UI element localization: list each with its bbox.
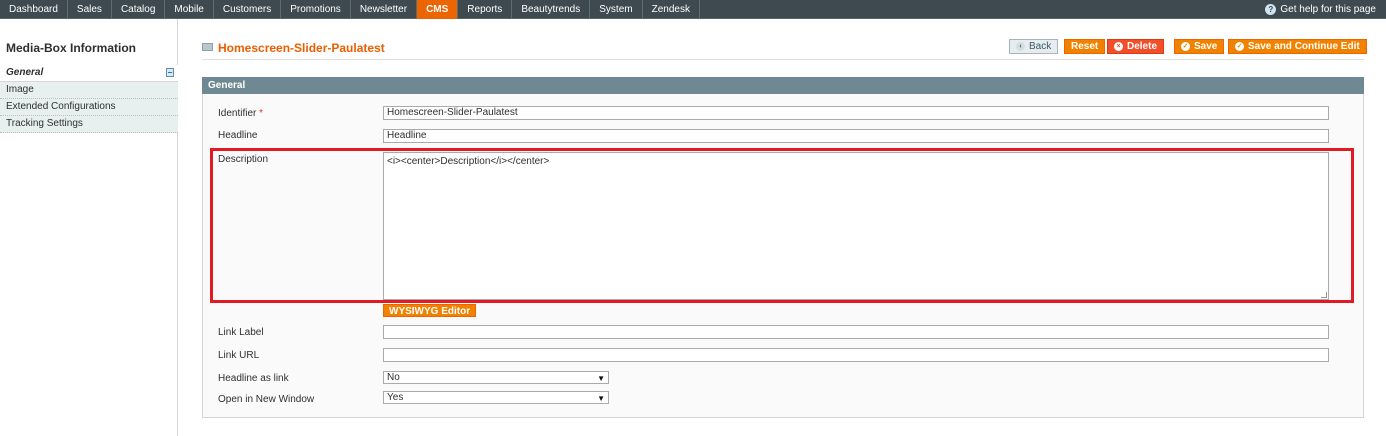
back-button[interactable]: ‹ Back bbox=[1009, 39, 1059, 54]
open-in-new-window-value: Yes bbox=[387, 392, 404, 403]
delete-button[interactable]: × Delete bbox=[1107, 39, 1165, 54]
link-url-label: Link URL bbox=[218, 350, 260, 361]
reset-button-label: Reset bbox=[1071, 41, 1099, 52]
help-icon: ? bbox=[1265, 4, 1277, 15]
save-and-continue-button-label: Save and Continue Edit bbox=[1248, 41, 1360, 52]
help-link[interactable]: ? Get help for this page bbox=[1265, 0, 1376, 19]
page-title: Homescreen-Slider-Paulatest bbox=[218, 41, 385, 55]
nav-item-catalog[interactable]: Catalog bbox=[112, 0, 166, 19]
headline-input[interactable]: Headline bbox=[383, 129, 1329, 143]
sidebar-tabs: General Image Extended Configurations Tr… bbox=[0, 65, 178, 133]
dropdown-arrow-icon: ▼ bbox=[597, 374, 605, 383]
save-button-label: Save bbox=[1194, 41, 1218, 52]
nav-item-dashboard[interactable]: Dashboard bbox=[0, 0, 68, 19]
nav-item-customers[interactable]: Customers bbox=[214, 0, 282, 19]
save-button[interactable]: ✓ Save bbox=[1174, 39, 1225, 54]
identifier-label-text: Identifier bbox=[218, 108, 257, 119]
back-button-label: Back bbox=[1029, 41, 1052, 52]
headline-label: Headline bbox=[218, 130, 258, 141]
nav-item-newsletter[interactable]: Newsletter bbox=[351, 0, 418, 19]
link-label-input[interactable] bbox=[383, 325, 1329, 339]
sidebar-title: Media-Box Information bbox=[6, 41, 137, 55]
required-marker: * bbox=[259, 108, 264, 119]
link-url-input[interactable] bbox=[383, 348, 1329, 362]
identifier-input[interactable]: Homescreen-Slider-Paulatest bbox=[383, 106, 1329, 120]
headline-as-link-value: No bbox=[387, 372, 400, 383]
nav-items: Dashboard Sales Catalog Mobile Customers… bbox=[0, 0, 700, 19]
help-link-label: Get help for this page bbox=[1280, 4, 1376, 15]
nav-item-cms[interactable]: CMS bbox=[417, 0, 459, 19]
dropdown-arrow-icon: ▼ bbox=[597, 394, 605, 403]
link-label-label: Link Label bbox=[218, 327, 264, 338]
top-nav: Dashboard Sales Catalog Mobile Customers… bbox=[0, 0, 1386, 19]
general-fieldset: Identifier * Homescreen-Slider-Paulatest… bbox=[202, 94, 1364, 418]
nav-item-beautytrends[interactable]: Beautytrends bbox=[512, 0, 591, 19]
nav-item-mobile[interactable]: Mobile bbox=[165, 0, 214, 19]
headline-as-link-select[interactable]: No ▼ bbox=[383, 371, 609, 384]
sidebar-tab-general[interactable]: General bbox=[0, 65, 178, 82]
sidebar: Media-Box Information General Image Exte… bbox=[0, 19, 178, 436]
sidebar-tab-label: General bbox=[6, 67, 44, 78]
wysiwyg-editor-button[interactable]: WYSIWYG Editor bbox=[383, 304, 477, 317]
open-in-new-window-label: Open in New Window bbox=[218, 394, 315, 405]
page-header: Homescreen-Slider-Paulatest ‹ Back Reset… bbox=[202, 36, 1367, 60]
nav-item-zendesk[interactable]: Zendesk bbox=[643, 0, 700, 19]
nav-item-sales[interactable]: Sales bbox=[68, 0, 112, 19]
sidebar-tab-tracking-settings[interactable]: Tracking Settings bbox=[0, 116, 178, 133]
reset-button[interactable]: Reset bbox=[1064, 39, 1106, 54]
delete-button-label: Delete bbox=[1127, 41, 1158, 52]
page-title-icon bbox=[202, 43, 213, 51]
back-arrow-icon: ‹ bbox=[1016, 42, 1025, 51]
checkmark-icon: ✓ bbox=[1235, 42, 1244, 51]
save-and-continue-button[interactable]: ✓ Save and Continue Edit bbox=[1228, 39, 1367, 54]
sidebar-tab-image[interactable]: Image bbox=[0, 82, 178, 99]
delete-icon: × bbox=[1114, 42, 1123, 51]
headline-as-link-label: Headline as link bbox=[218, 373, 289, 384]
nav-item-system[interactable]: System bbox=[590, 0, 643, 19]
description-highlight-box bbox=[210, 148, 1354, 303]
nav-item-reports[interactable]: Reports bbox=[458, 0, 513, 19]
identifier-label: Identifier * bbox=[218, 108, 263, 119]
sidebar-tab-extended-configurations[interactable]: Extended Configurations bbox=[0, 99, 178, 116]
nav-item-promotions[interactable]: Promotions bbox=[281, 0, 351, 19]
open-in-new-window-select[interactable]: Yes ▼ bbox=[383, 391, 609, 404]
fieldset-header: General bbox=[202, 77, 1364, 94]
collapse-icon[interactable] bbox=[166, 68, 174, 77]
checkmark-icon: ✓ bbox=[1181, 42, 1190, 51]
